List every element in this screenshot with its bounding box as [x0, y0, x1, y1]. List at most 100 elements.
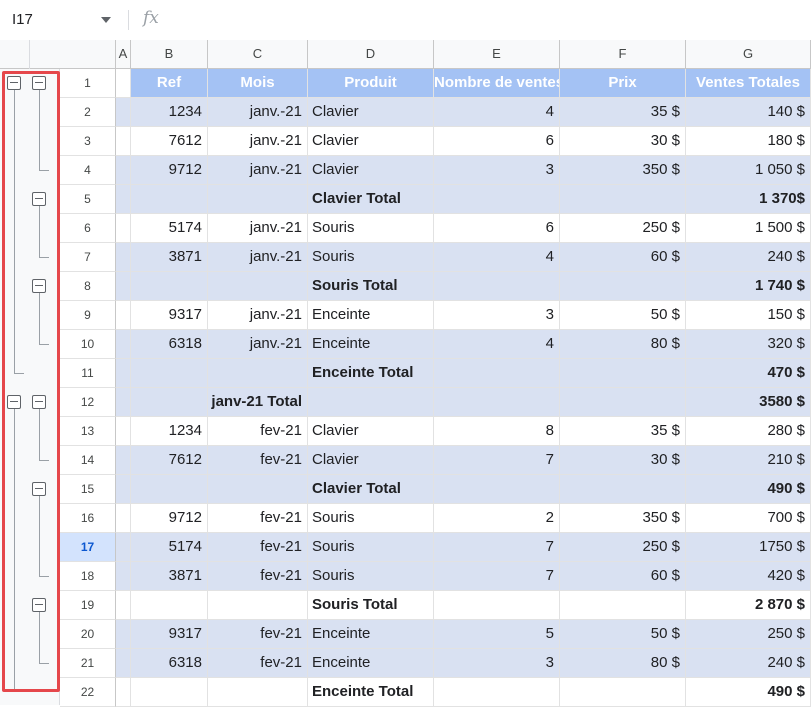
cell-e12[interactable] [434, 388, 560, 417]
row-header-11[interactable]: 11 [60, 359, 116, 388]
cell-f12[interactable] [560, 388, 686, 417]
cell-b8[interactable] [131, 272, 208, 301]
cell-b11[interactable] [131, 359, 208, 388]
cell-c13[interactable]: fev-21 [208, 417, 308, 446]
cell-c4[interactable]: janv.-21 [208, 156, 308, 185]
cell-f5[interactable] [560, 185, 686, 214]
cell-c17[interactable]: fev-21 [208, 533, 308, 562]
row-header-1[interactable]: 1 [60, 69, 116, 98]
cell-f13[interactable]: 35 $ [560, 417, 686, 446]
cell-b7[interactable]: 3871 [131, 243, 208, 272]
row-header-21[interactable]: 21 [60, 649, 116, 678]
cell-g8[interactable]: 1 740 $ [686, 272, 811, 301]
cell-d18[interactable]: Souris [308, 562, 434, 591]
cell-g7[interactable]: 240 $ [686, 243, 811, 272]
cell-d22[interactable]: Enceinte Total [308, 678, 434, 707]
cell-b10[interactable]: 6318 [131, 330, 208, 359]
cell-a13[interactable] [116, 417, 131, 446]
cell-g2[interactable]: 140 $ [686, 98, 811, 127]
cell-f9[interactable]: 50 $ [560, 301, 686, 330]
cell-c20[interactable]: fev-21 [208, 620, 308, 649]
cell-e10[interactable]: 4 [434, 330, 560, 359]
cell-e13[interactable]: 8 [434, 417, 560, 446]
cell-f16[interactable]: 350 $ [560, 504, 686, 533]
cell-e6[interactable]: 6 [434, 214, 560, 243]
column-header-b[interactable]: B [131, 40, 208, 69]
cell-a16[interactable] [116, 504, 131, 533]
cell-b19[interactable] [131, 591, 208, 620]
cell-a7[interactable] [116, 243, 131, 272]
cell-c9[interactable]: janv.-21 [208, 301, 308, 330]
cell-f22[interactable] [560, 678, 686, 707]
cell-d21[interactable]: Enceinte [308, 649, 434, 678]
cell-f1[interactable]: Prix [560, 69, 686, 98]
cell-e17[interactable]: 7 [434, 533, 560, 562]
cell-c1[interactable]: Mois [208, 69, 308, 98]
cell-c12[interactable]: janv-21 Total [208, 388, 308, 417]
cell-a17[interactable] [116, 533, 131, 562]
cell-b12[interactable] [131, 388, 208, 417]
cell-c7[interactable]: janv.-21 [208, 243, 308, 272]
cell-a18[interactable] [116, 562, 131, 591]
cell-g11[interactable]: 470 $ [686, 359, 811, 388]
cell-a5[interactable] [116, 185, 131, 214]
row-header-20[interactable]: 20 [60, 620, 116, 649]
cell-d19[interactable]: Souris Total [308, 591, 434, 620]
cell-g12[interactable]: 3580 $ [686, 388, 811, 417]
row-header-19[interactable]: 19 [60, 591, 116, 620]
row-header-4[interactable]: 4 [60, 156, 116, 185]
column-header-c[interactable]: C [208, 40, 308, 69]
row-header-16[interactable]: 16 [60, 504, 116, 533]
row-header-12[interactable]: 12 [60, 388, 116, 417]
cell-c22[interactable] [208, 678, 308, 707]
cell-g22[interactable]: 490 $ [686, 678, 811, 707]
cell-b5[interactable] [131, 185, 208, 214]
cell-e1[interactable]: Nombre de ventes [434, 69, 560, 98]
cell-e20[interactable]: 5 [434, 620, 560, 649]
cell-a8[interactable] [116, 272, 131, 301]
cell-a4[interactable] [116, 156, 131, 185]
cell-e11[interactable] [434, 359, 560, 388]
cell-f6[interactable]: 250 $ [560, 214, 686, 243]
cell-g5[interactable]: 1 370$ [686, 185, 811, 214]
cell-d7[interactable]: Souris [308, 243, 434, 272]
cell-d4[interactable]: Clavier [308, 156, 434, 185]
cell-c2[interactable]: janv.-21 [208, 98, 308, 127]
select-all-corner[interactable] [60, 40, 116, 69]
cell-f14[interactable]: 30 $ [560, 446, 686, 475]
cell-e21[interactable]: 3 [434, 649, 560, 678]
cell-a3[interactable] [116, 127, 131, 156]
cell-e4[interactable]: 3 [434, 156, 560, 185]
cell-b3[interactable]: 7612 [131, 127, 208, 156]
column-header-f[interactable]: F [560, 40, 686, 69]
cell-c8[interactable] [208, 272, 308, 301]
cell-a6[interactable] [116, 214, 131, 243]
cell-f11[interactable] [560, 359, 686, 388]
row-header-17[interactable]: 17 [60, 533, 116, 562]
cell-e8[interactable] [434, 272, 560, 301]
cell-a14[interactable] [116, 446, 131, 475]
cell-a21[interactable] [116, 649, 131, 678]
cell-g17[interactable]: 1750 $ [686, 533, 811, 562]
row-header-8[interactable]: 8 [60, 272, 116, 301]
row-header-15[interactable]: 15 [60, 475, 116, 504]
cell-a1[interactable] [116, 69, 131, 98]
row-header-22[interactable]: 22 [60, 678, 116, 707]
column-header-d[interactable]: D [308, 40, 434, 69]
cell-e7[interactable]: 4 [434, 243, 560, 272]
cell-g1[interactable]: Ventes Totales [686, 69, 811, 98]
cell-g4[interactable]: 1 050 $ [686, 156, 811, 185]
cell-b17[interactable]: 5174 [131, 533, 208, 562]
cell-c10[interactable]: janv.-21 [208, 330, 308, 359]
cell-d6[interactable]: Souris [308, 214, 434, 243]
cell-a15[interactable] [116, 475, 131, 504]
cell-b1[interactable]: Ref [131, 69, 208, 98]
name-box-dropdown-icon[interactable] [101, 17, 111, 23]
cell-c16[interactable]: fev-21 [208, 504, 308, 533]
cell-f17[interactable]: 250 $ [560, 533, 686, 562]
cell-d2[interactable]: Clavier [308, 98, 434, 127]
cell-g13[interactable]: 280 $ [686, 417, 811, 446]
cell-b2[interactable]: 1234 [131, 98, 208, 127]
row-header-6[interactable]: 6 [60, 214, 116, 243]
cell-c21[interactable]: fev-21 [208, 649, 308, 678]
